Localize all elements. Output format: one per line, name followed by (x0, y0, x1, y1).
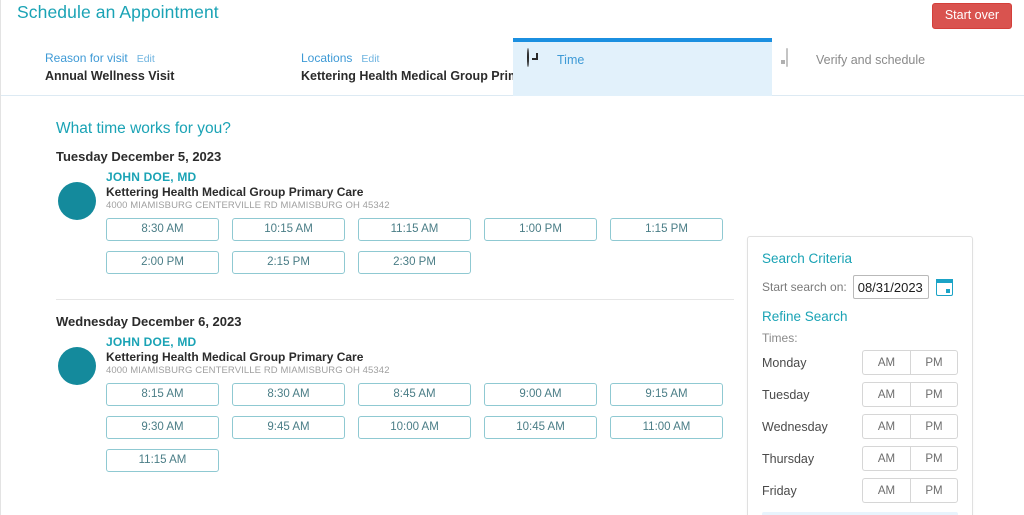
step-verify-label: Verify and schedule (816, 53, 926, 67)
time-slot-button[interactable]: 9:45 AM (232, 416, 345, 439)
pm-button[interactable]: PM (910, 414, 958, 439)
time-slot-button[interactable]: 8:15 AM (106, 383, 219, 406)
search-criteria-panel: Search Criteria Start search on: Refine … (747, 236, 973, 515)
am-button[interactable]: AM (862, 414, 910, 439)
time-slot-button[interactable]: 9:00 AM (484, 383, 597, 406)
start-search-row: Start search on: (762, 275, 958, 299)
time-slot-button[interactable]: 10:00 AM (358, 416, 471, 439)
time-slot-button[interactable]: 2:30 PM (358, 251, 471, 274)
step-locations[interactable]: Locations Edit Kettering Health Medical G… (257, 38, 569, 96)
day-filter-friday: Friday AM PM (762, 478, 958, 503)
am-button[interactable]: AM (862, 350, 910, 375)
times-label: Times: (762, 331, 798, 345)
step-locations-label: Locations (301, 51, 353, 65)
check-circle-icon (271, 49, 293, 71)
calendar-picker-icon[interactable] (935, 278, 953, 296)
day-group: Tuesday December 5, 2023 JOHN DOE, MD Ke… (56, 149, 734, 286)
step-time-label: Time (557, 53, 585, 67)
provider-row: JOHN DOE, MD Kettering Health Medical Gr… (56, 170, 734, 284)
search-criteria-title: Search Criteria (762, 251, 853, 266)
time-slot-button[interactable]: 9:15 AM (610, 383, 723, 406)
am-pm-toggle-group: AM PM (862, 446, 958, 471)
start-search-date-input[interactable] (852, 275, 929, 299)
calendar-icon (786, 48, 808, 71)
provider-address: 4000 MIAMISBURG CENTERVILLE RD MIAMISBUR… (106, 365, 390, 376)
step-progress-bar: Reason for visit Edit Annual Wellness Vis… (1, 38, 1024, 96)
am-button[interactable]: AM (862, 446, 910, 471)
time-slot-button[interactable]: 11:00 AM (610, 416, 723, 439)
start-over-button[interactable]: Start over (931, 3, 1012, 29)
time-slot-button[interactable]: 1:15 PM (610, 218, 723, 241)
day-filter-tuesday: Tuesday AM PM (762, 382, 958, 407)
am-pm-toggle-group: AM PM (862, 350, 958, 375)
time-slot-button[interactable]: 1:00 PM (484, 218, 597, 241)
availability-results: Tuesday December 5, 2023 JOHN DOE, MD Ke… (56, 149, 734, 484)
pm-button[interactable]: PM (910, 478, 958, 503)
step-reason-for-visit[interactable]: Reason for visit Edit Annual Wellness Vis… (1, 38, 257, 96)
am-pm-toggle-group: AM PM (862, 478, 958, 503)
clock-icon (527, 48, 549, 71)
provider-avatar (58, 182, 96, 220)
day-filter-monday: Monday AM PM (762, 350, 958, 375)
pm-button[interactable]: PM (910, 350, 958, 375)
provider-organization: Kettering Health Medical Group Primary C… (106, 350, 364, 364)
provider-name[interactable]: JOHN DOE, MD (106, 170, 734, 184)
step-reason-label: Reason for visit (45, 51, 128, 65)
provider-organization: Kettering Health Medical Group Primary C… (106, 185, 364, 199)
time-slot-button[interactable]: 10:45 AM (484, 416, 597, 439)
refine-search-title: Refine Search (762, 309, 848, 324)
am-pm-toggle-group: AM PM (862, 382, 958, 407)
day-filter-label: Wednesday (762, 419, 828, 434)
time-slot-button[interactable]: 2:00 PM (106, 251, 219, 274)
day-filter-label: Friday (762, 483, 797, 498)
time-slot-button[interactable]: 2:15 PM (232, 251, 345, 274)
page-heading: What time works for you? (56, 120, 231, 137)
provider-row: JOHN DOE, MD Kettering Health Medical Gr… (56, 335, 734, 482)
day-filter-label: Thursday (762, 451, 815, 466)
time-slot-button[interactable]: 8:45 AM (358, 383, 471, 406)
am-button[interactable]: AM (862, 478, 910, 503)
day-filter-label: Tuesday (762, 387, 810, 402)
page-header: Schedule an Appointment Start over (1, 0, 1024, 38)
main-content: What time works for you? Tuesday Decembe… (1, 96, 1024, 515)
step-verify-and-schedule[interactable]: Verify and schedule (772, 38, 1024, 96)
time-slot-button[interactable]: 11:15 AM (358, 218, 471, 241)
time-slot-list: 8:30 AM 10:15 AM 11:15 AM 1:00 PM 1:15 P… (106, 218, 724, 284)
time-slot-button[interactable]: 10:15 AM (232, 218, 345, 241)
day-filter-label: Monday (762, 355, 807, 370)
time-slot-button[interactable]: 11:15 AM (106, 449, 219, 472)
step-reason-edit-link[interactable]: Edit (137, 53, 155, 65)
time-slot-button[interactable]: 8:30 AM (106, 218, 219, 241)
step-time[interactable]: Time (513, 38, 772, 96)
day-date-title: Tuesday December 5, 2023 (56, 149, 222, 164)
start-search-label: Start search on: (762, 280, 847, 294)
pm-button[interactable]: PM (910, 382, 958, 407)
am-pm-toggle-group: AM PM (862, 414, 958, 439)
time-slot-list: 8:15 AM 8:30 AM 8:45 AM 9:00 AM 9:15 AM … (106, 383, 724, 482)
pm-button[interactable]: PM (910, 446, 958, 471)
day-group: Wednesday December 6, 2023 JOHN DOE, MD … (56, 314, 734, 484)
day-date-title: Wednesday December 6, 2023 (56, 314, 242, 329)
check-circle-icon (15, 49, 37, 71)
time-slot-button[interactable]: 8:30 AM (232, 383, 345, 406)
section-divider (56, 299, 734, 300)
provider-avatar (58, 347, 96, 385)
page-title: Schedule an Appointment (17, 2, 219, 22)
time-slot-button[interactable]: 9:30 AM (106, 416, 219, 439)
provider-name[interactable]: JOHN DOE, MD (106, 335, 734, 349)
provider-address: 4000 MIAMISBURG CENTERVILLE RD MIAMISBUR… (106, 200, 390, 211)
appointment-scheduler-page: Schedule an Appointment Start over Reaso… (0, 0, 1024, 515)
step-reason-value: Annual Wellness Visit (45, 69, 175, 84)
step-locations-edit-link[interactable]: Edit (361, 53, 379, 65)
am-button[interactable]: AM (862, 382, 910, 407)
day-filter-thursday: Thursday AM PM (762, 446, 958, 471)
day-filter-wednesday: Wednesday AM PM (762, 414, 958, 439)
